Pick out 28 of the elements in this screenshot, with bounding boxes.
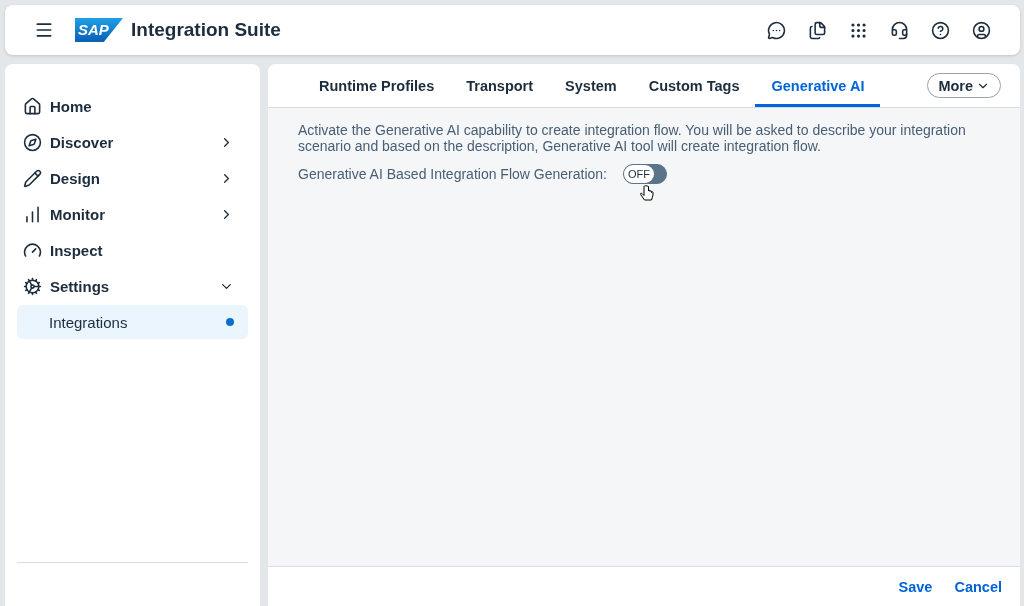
selected-dot [226, 318, 234, 326]
gauge-icon [23, 240, 42, 260]
footer-button[interactable]: Save [890, 574, 941, 599]
footer-button[interactable]: Cancel [946, 574, 1010, 599]
setting-label: Generative AI Based Integration Flow Generation: [298, 166, 607, 182]
tab[interactable]: Custom Tags [632, 64, 756, 107]
nav-item[interactable]: Discover [17, 125, 248, 159]
home-icon [23, 96, 42, 116]
nav-item[interactable]: Home [17, 89, 248, 123]
hand-cursor-icon [639, 185, 654, 202]
tab[interactable]: Generative AI [755, 64, 881, 107]
compass-icon [23, 132, 42, 152]
tab[interactable]: System [549, 64, 633, 107]
app-title: Integration Suite [131, 19, 281, 41]
description-text: Activate the Generative AI capability to create integration flow. You will be asked to describe your integration scenario and based on the description, Generative AI tool will create integration flow. [298, 122, 967, 154]
nav-subitem[interactable]: Integrations [17, 305, 248, 339]
tab[interactable]: Runtime Profiles [303, 64, 451, 107]
logo: SAP [75, 18, 123, 42]
gears-icon [23, 276, 42, 296]
toggle-switch[interactable]: OFF [622, 164, 667, 184]
bar-chart-icon [23, 204, 42, 224]
more-button[interactable]: More [927, 73, 1002, 98]
pencil-icon [23, 168, 42, 188]
nav-item[interactable]: Design [17, 161, 248, 195]
nav-item[interactable]: Inspect [17, 233, 248, 267]
nav-item[interactable]: Monitor [17, 197, 248, 231]
nav-item[interactable]: Settings [17, 269, 248, 303]
tab[interactable]: Transport [450, 64, 550, 107]
